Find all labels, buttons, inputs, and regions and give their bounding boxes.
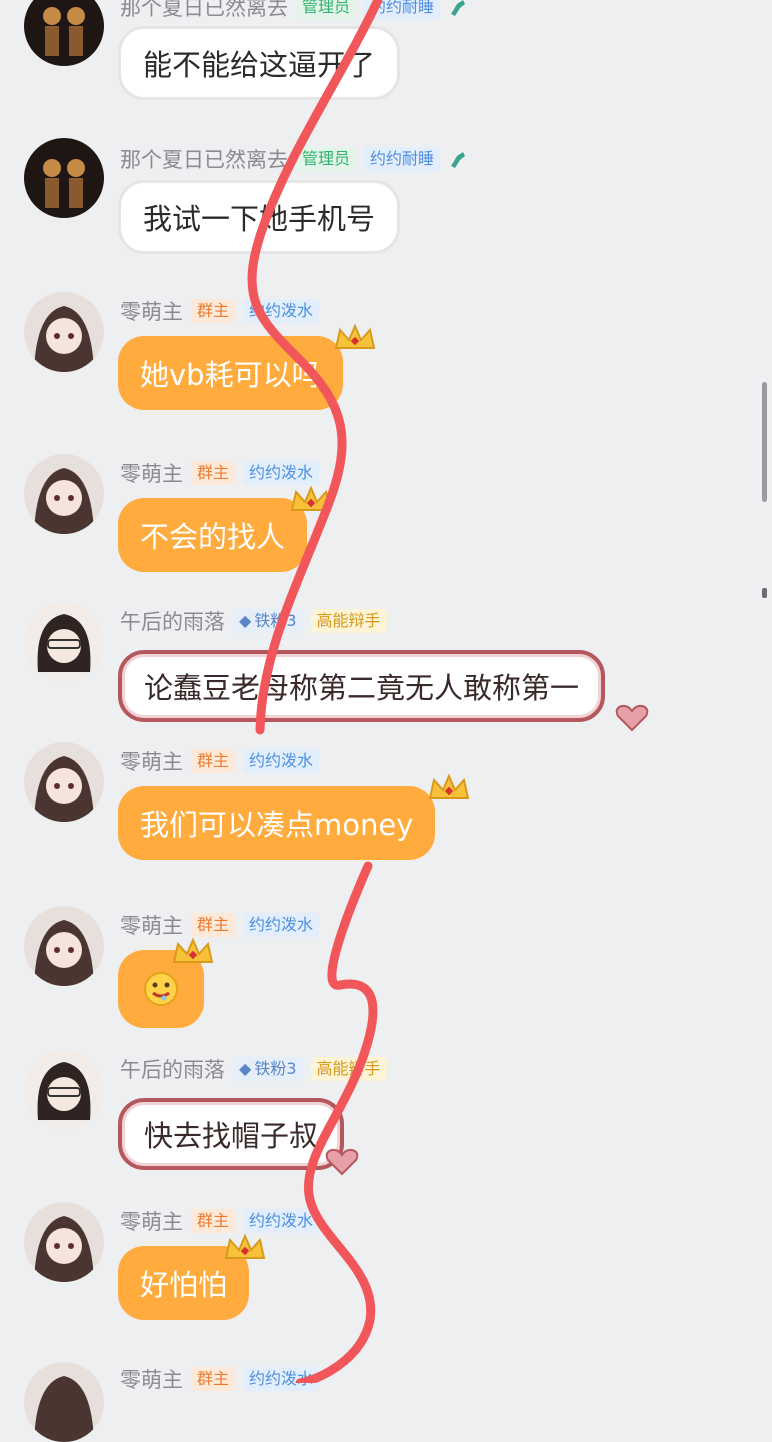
red-annotation-line xyxy=(247,0,383,1383)
annotation-stroke-lower xyxy=(295,861,378,1383)
annotation-stroke-upper xyxy=(247,0,383,735)
